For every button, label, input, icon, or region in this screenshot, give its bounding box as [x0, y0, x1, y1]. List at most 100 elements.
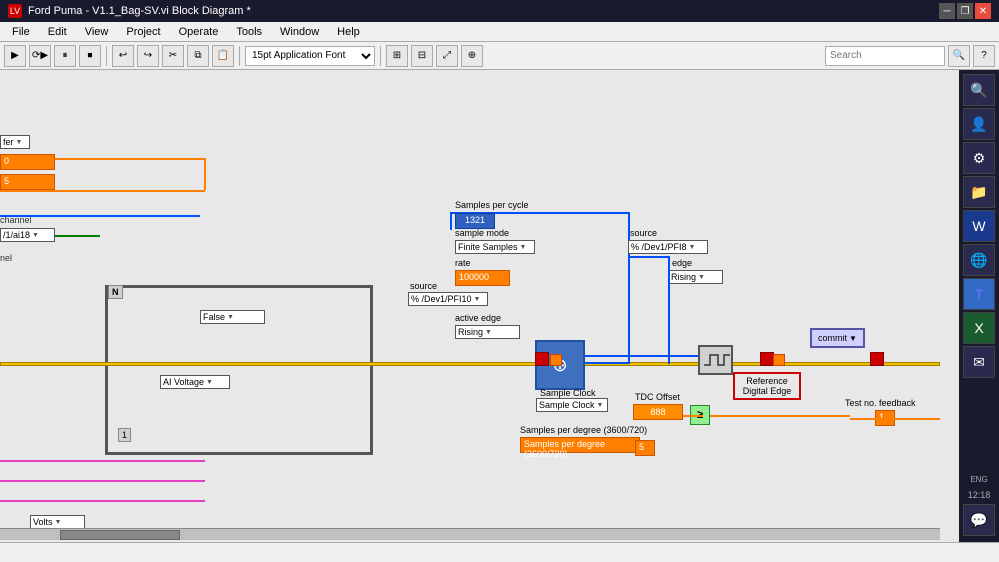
paste-button[interactable]: 📋 — [212, 45, 234, 67]
resize-button[interactable]: ⤢ — [436, 45, 458, 67]
menu-edit[interactable]: Edit — [40, 25, 75, 39]
taskbar-search[interactable]: 🔍 — [963, 74, 995, 106]
block-fer[interactable]: fer▼ — [0, 135, 30, 149]
cut-button[interactable]: ✂ — [162, 45, 184, 67]
taskbar-lang: ENG — [968, 473, 989, 486]
right-taskbar: 🔍 👤 ⚙ 📁 W 🌐 T X ✉ ENG 12:18 💬 — [959, 70, 999, 542]
test-no-feedback-label: Test no. feedback — [845, 398, 916, 408]
menu-operate[interactable]: Operate — [171, 25, 227, 39]
scrollbar-thumb[interactable] — [60, 530, 180, 540]
wire-orange-mid — [0, 190, 205, 192]
run-continuous-button[interactable]: ⟳▶ — [29, 45, 51, 67]
diagram: fer▼ 0 5 channel /1/ai18▼ nel N False▼ — [0, 70, 940, 540]
ai-voltage-block[interactable]: AI Voltage▼ — [160, 375, 230, 389]
close-button[interactable]: ✕ — [975, 3, 991, 19]
menu-file[interactable]: File — [4, 25, 38, 39]
font-selector[interactable]: 15pt Application Font — [245, 46, 375, 66]
distribute-button[interactable]: ⊟ — [411, 45, 433, 67]
canvas-area[interactable]: fer▼ 0 5 channel /1/ai18▼ nel N False▼ — [0, 70, 959, 542]
edge-block[interactable]: Rising▼ — [668, 270, 723, 284]
separator-1 — [106, 46, 107, 66]
wire-tdc-out — [683, 415, 703, 417]
taskbar-chrome[interactable]: 🌐 — [963, 244, 995, 276]
separator-3 — [380, 46, 381, 66]
waveform-block — [698, 345, 733, 375]
taskbar-teams[interactable]: T — [963, 278, 995, 310]
undo-button[interactable]: ↩ — [112, 45, 134, 67]
wire-tdc-out2 — [710, 415, 850, 417]
volts-block[interactable]: Volts▼ — [30, 515, 85, 529]
search-button[interactable]: 🔍 — [948, 45, 970, 67]
spd-value: 5 — [635, 440, 655, 456]
taskbar-mail[interactable]: ✉ — [963, 346, 995, 378]
red-block-1 — [535, 352, 549, 366]
edge-label: edge — [672, 258, 692, 268]
source1-label: source — [410, 281, 437, 291]
sample-mode-label: sample mode — [455, 228, 509, 238]
wire-blue-edge-h — [628, 256, 668, 258]
block-value-top: 0 — [0, 154, 55, 170]
wire-orange-v1 — [204, 158, 206, 190]
wire-blue-h-mid — [580, 362, 630, 364]
title-bar: LV Ford Puma - V1.1_Bag-SV.vi Block Diag… — [0, 0, 999, 22]
sample-clock-block[interactable]: Sample Clock▼ — [536, 398, 608, 412]
align-button[interactable]: ⊞ — [386, 45, 408, 67]
wire-pink-h3 — [0, 500, 205, 502]
taskbar-settings[interactable]: ⚙ — [963, 142, 995, 174]
wire-blue-v1 — [450, 212, 452, 230]
wire-pink-h2 — [0, 480, 205, 482]
rate-label: rate — [455, 258, 471, 268]
redo-button[interactable]: ↪ — [137, 45, 159, 67]
minimize-button[interactable]: ─ — [939, 3, 955, 19]
sample-mode-block[interactable]: Finite Samples▼ — [455, 240, 535, 254]
source2-label: source — [630, 228, 657, 238]
menu-project[interactable]: Project — [118, 25, 168, 39]
orange-block-1 — [550, 354, 562, 366]
taskbar-user[interactable]: 👤 — [963, 108, 995, 140]
commit-button[interactable]: commit▼ — [810, 328, 865, 348]
loop-iter: 1 — [118, 428, 131, 442]
active-edge-label: active edge — [455, 313, 501, 323]
wire-daq-out — [585, 355, 700, 357]
ref-digital-block: Reference Digital Edge — [733, 372, 801, 400]
sample-clock-label: Sample Clock — [540, 388, 596, 398]
source2-block[interactable]: % /Dev1/PFI8▼ — [628, 240, 708, 254]
rate-value: 100000 — [455, 270, 510, 286]
search-input[interactable] — [825, 46, 945, 66]
abort-button[interactable]: ⏹ — [79, 45, 101, 67]
n-block: N — [108, 285, 123, 299]
tdc-block: 888 — [633, 404, 683, 420]
taskbar-chat[interactable]: 💬 — [963, 504, 995, 536]
block-ai18[interactable]: /1/ai18▼ — [0, 228, 55, 242]
pause-button[interactable]: ⏸ — [54, 45, 76, 67]
restore-button[interactable]: ❐ — [957, 3, 973, 19]
taskbar-word[interactable]: W — [963, 210, 995, 242]
active-edge-block[interactable]: Rising▼ — [455, 325, 520, 339]
status-bar — [0, 542, 999, 562]
run-button[interactable]: ▶ — [4, 45, 26, 67]
taskbar-excel[interactable]: X — [963, 312, 995, 344]
samples-per-cycle-value: 1321 — [455, 213, 495, 229]
channel-label: channel — [0, 215, 32, 225]
help-button[interactable]: ? — [973, 45, 995, 67]
main-layout: fer▼ 0 5 channel /1/ai18▼ nel N False▼ — [0, 70, 999, 542]
copy-button[interactable]: ⧉ — [187, 45, 209, 67]
menu-window[interactable]: Window — [272, 25, 327, 39]
false-block[interactable]: False▼ — [200, 310, 265, 324]
tdc-label: TDC Offset — [635, 392, 680, 402]
menu-help[interactable]: Help — [329, 25, 368, 39]
menu-view[interactable]: View — [77, 25, 117, 39]
menu-tools[interactable]: Tools — [228, 25, 270, 39]
separator-2 — [239, 46, 240, 66]
red-block-2 — [760, 352, 774, 366]
red-block-3 — [870, 352, 884, 366]
wire-test-no — [850, 418, 940, 420]
taskbar-time: 12:18 — [966, 488, 993, 502]
reorder-button[interactable]: ⊕ — [461, 45, 483, 67]
horizontal-scrollbar[interactable] — [0, 528, 940, 540]
spd-label: Samples per degree (3600/720) — [520, 425, 647, 435]
spd-block: Samples per degree (3600/720) — [520, 437, 640, 453]
title-controls[interactable]: ─ ❐ ✕ — [939, 3, 991, 19]
source1-block[interactable]: % /Dev1/PFI10▼ — [408, 292, 488, 306]
taskbar-folder[interactable]: 📁 — [963, 176, 995, 208]
